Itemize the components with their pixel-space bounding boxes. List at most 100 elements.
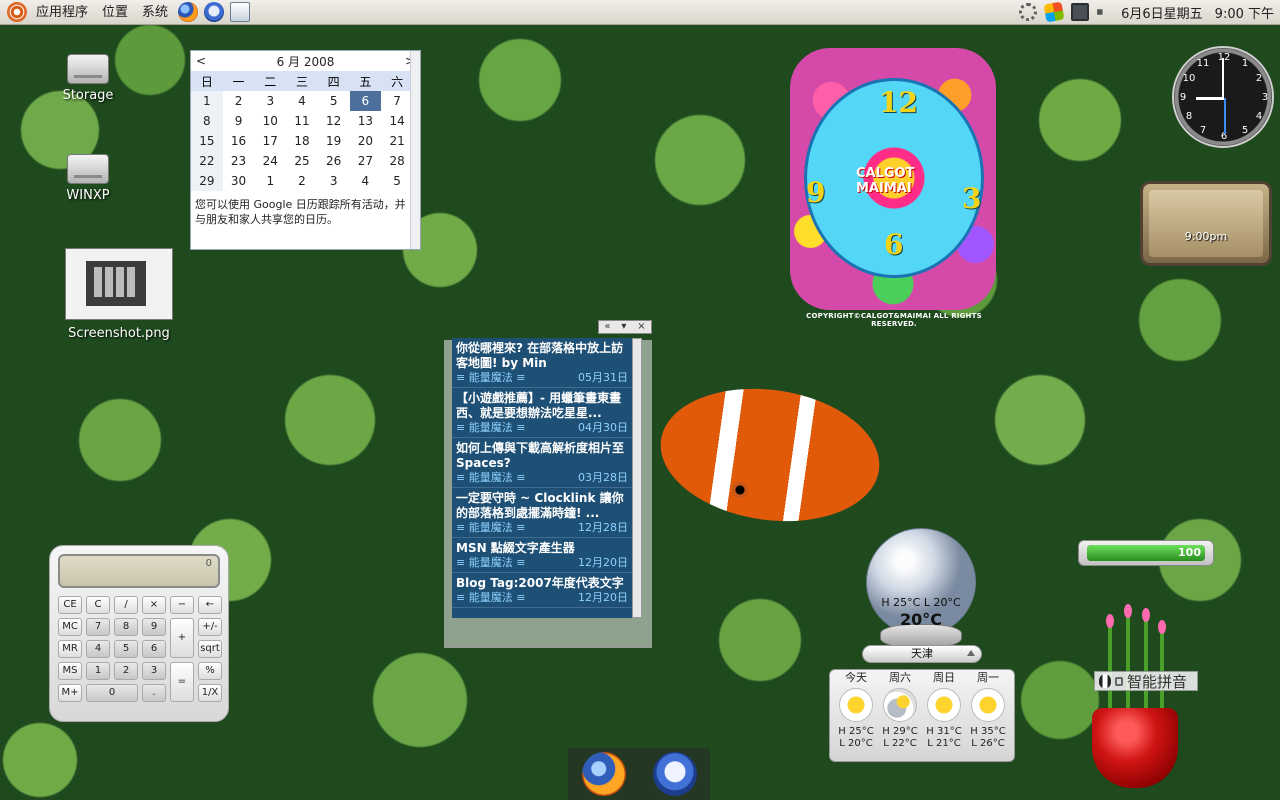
rss-item-title[interactable]: Blog Tag:2007年度代表文字 [456,576,628,591]
calendar-day[interactable]: 24 [254,151,286,171]
calendar-day[interactable]: 10 [254,111,286,131]
thunderbird-launcher-icon[interactable] [204,2,225,22]
calc-button-4[interactable]: 4 [86,640,110,658]
calendar-day[interactable]: 2 [223,91,255,111]
calendar-day[interactable]: 30 [223,171,255,191]
calendar-day[interactable]: 25 [286,151,318,171]
volume-icon[interactable] [1097,5,1112,19]
panel-time[interactable]: 9:00 下午 [1209,3,1280,22]
calc-button-sqrt[interactable]: sqrt [198,640,222,658]
rss-item-title[interactable]: 一定要守時 ~ Clocklink 讓你的部落格到處擺滿時鐘! ... [456,491,628,521]
menu-system[interactable]: 系统 [135,0,175,25]
calendar-day[interactable]: 26 [318,151,350,171]
calendar-scrollbar[interactable] [410,51,420,249]
calc-button-3[interactable]: 3 [142,662,166,680]
weather-globe-widget[interactable]: H 25°C L 20°C 20°C [866,528,976,650]
desktop-icon-storage[interactable]: Storage [58,54,118,103]
calc-button-multiply[interactable]: × [142,596,166,614]
calc-button-negate[interactable]: +/- [198,618,222,636]
calendar-day[interactable]: 12 [318,111,350,131]
calendar-day[interactable]: 1 [191,91,223,111]
firefox-icon[interactable] [581,752,626,796]
calendar-day-today[interactable]: 6 [349,91,382,111]
calc-button-ms[interactable]: MS [58,662,82,680]
settings-gear-icon[interactable] [1019,3,1038,21]
calc-button-equals[interactable]: = [170,662,194,702]
ime-status-bar[interactable]: 智能拼音 [1094,671,1198,691]
calendar-day[interactable]: 5 [381,171,413,191]
calc-button-c[interactable]: C [86,596,110,614]
calc-button-add[interactable]: + [170,618,194,658]
calendar-day[interactable]: 11 [286,111,318,131]
calc-button-8[interactable]: 8 [114,618,138,636]
desktop-icon-screenshot[interactable]: Screenshot.png [62,248,176,341]
calc-button-mr[interactable]: MR [58,640,82,658]
calendar-day[interactable]: 29 [191,171,223,191]
calendar-day[interactable]: 7 [381,91,413,111]
calc-button-mc[interactable]: MC [58,618,82,636]
calc-button-5[interactable]: 5 [114,640,138,658]
calendar-day[interactable]: 21 [381,131,413,151]
rss-item-title[interactable]: MSN 點綴文字產生器 [456,541,628,556]
calc-button-2[interactable]: 2 [114,662,138,680]
rss-item-title[interactable]: 【小遊戲推薦】- 用蠟筆畫東畫西、就是要想辦法吃星星... [456,391,628,421]
menu-places[interactable]: 位置 [95,0,135,25]
calc-button-backspace[interactable]: ← [198,596,222,614]
calendar-day[interactable]: 28 [381,151,413,171]
thunderbird-icon[interactable] [652,752,697,796]
calendar-day[interactable]: 13 [350,111,382,131]
calendar-day[interactable]: 3 [254,91,286,111]
calc-button-decimal[interactable]: . [142,684,166,702]
calendar-day[interactable]: 4 [350,171,382,191]
flower-clock-widget[interactable]: 12 3 6 9 CALGOT MAIMAI COPYRIGHT©CALGOT&… [786,48,1002,328]
calendar-day[interactable]: 2 [286,171,318,191]
calc-button-1[interactable]: 1 [86,662,110,680]
calendar-day[interactable]: 3 [318,171,350,191]
calendar-day[interactable]: 8 [191,111,223,131]
calendar-day[interactable]: 5 [318,91,350,111]
calendar-day[interactable]: 15 [191,131,223,151]
rss-item[interactable]: 一定要守時 ~ Clocklink 讓你的部落格到處擺滿時鐘! ... ≡ 能量… [452,488,632,538]
calc-button-ce[interactable]: CE [58,596,82,614]
calendar-day[interactable]: 19 [318,131,350,151]
calendar-day[interactable]: 1 [254,171,286,191]
calendar-day[interactable]: 22 [191,151,223,171]
calc-button-6[interactable]: 6 [142,640,166,658]
calc-button-reciprocal[interactable]: 1/X [198,684,222,702]
battery-widget[interactable]: 100 [1078,540,1214,566]
rss-item[interactable]: 如何上傳與下載高解析度相片至Spaces? ≡ 能量魔法 ≡ 03月28日 [452,438,632,488]
calendar-day[interactable]: 4 [286,91,318,111]
calc-button-0[interactable]: 0 [86,684,138,702]
network-status-icon[interactable] [1043,1,1065,23]
menu-applications[interactable]: 应用程序 [29,0,95,25]
text-editor-launcher-icon[interactable] [230,2,251,22]
weather-city-selector[interactable]: 天津 [862,645,982,663]
rss-item[interactable]: MSN 點綴文字產生器 ≡ 能量魔法 ≡ 12月20日 [452,538,632,573]
calc-button-subtract[interactable]: − [170,596,194,614]
flower-pot-widget[interactable] [1086,604,1178,790]
calc-button-percent[interactable]: % [198,662,222,680]
calendar-day[interactable]: 18 [286,131,318,151]
desktop-icon-winxp[interactable]: WINXP [58,154,118,203]
display-icon[interactable] [1071,3,1090,21]
rss-menu-button[interactable]: ▾ [621,321,626,333]
calendar-day[interactable]: 17 [254,131,286,151]
calc-button-7[interactable]: 7 [86,618,110,636]
rss-item[interactable]: 【小遊戲推薦】- 用蠟筆畫東畫西、就是要想辦法吃星星... ≡ 能量魔法 ≡ 04… [452,388,632,438]
calendar-day[interactable]: 14 [381,111,413,131]
calendar-day[interactable]: 27 [350,151,382,171]
ubuntu-logo-icon[interactable] [7,2,27,22]
rss-collapse-button[interactable]: « [604,321,610,333]
calendar-day[interactable]: 23 [223,151,255,171]
calc-button-mplus[interactable]: M+ [58,684,82,702]
calc-button-9[interactable]: 9 [142,618,166,636]
world-clock-widget[interactable]: 9:00pm [1140,181,1272,266]
analog-clock-widget[interactable]: 12 1 2 3 4 5 6 7 8 9 10 11 [1172,46,1274,148]
rss-close-button[interactable]: × [637,321,645,333]
calendar-prev-button[interactable]: < [191,54,211,68]
rss-item-title[interactable]: 如何上傳與下載高解析度相片至Spaces? [456,441,628,471]
panel-date[interactable]: 6月6日星期五 [1115,3,1209,22]
rss-item[interactable]: 你從哪裡來? 在部落格中放上訪客地圖! by Min ≡ 能量魔法 ≡ 05月31… [452,338,632,388]
firefox-launcher-icon[interactable] [178,2,199,22]
rss-item[interactable]: Blog Tag:2007年度代表文字 ≡ 能量魔法 ≡ 12月20日 [452,573,632,608]
